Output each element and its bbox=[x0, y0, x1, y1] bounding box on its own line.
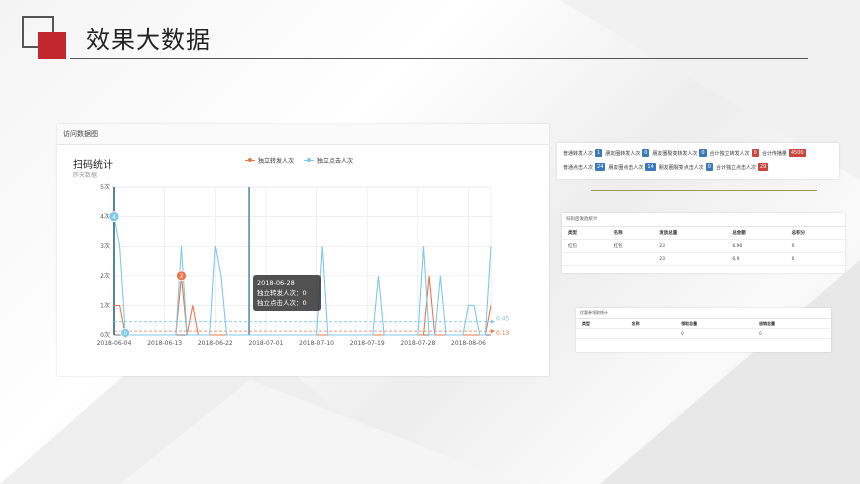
scan-line-chart[interactable]: 0次 1次 2次 3次 4次 5次 2018-06-04 2018-06-13 2018-06-… bbox=[57, 124, 549, 376]
table-row: 23 6.9 0 bbox=[562, 252, 845, 266]
x-tick-label: 2018-07-01 bbox=[248, 340, 283, 347]
coupon-table: 类型 名称 领取总量 核销总量 00 bbox=[576, 319, 831, 339]
min-point-label: 0 bbox=[124, 331, 128, 337]
max-point-label: 4 bbox=[112, 214, 116, 221]
stat-badge: 0 bbox=[751, 149, 759, 157]
distribution-stats-header: 扫码后发放统计 bbox=[562, 213, 845, 227]
table-cell: 0 bbox=[753, 328, 831, 339]
distribution-stats-panel: 扫码后发放统计 类型 名称 发放总量 总金额 总积分 红包 红包 23 6.90 0 23 6.9 0 bbox=[562, 213, 845, 273]
table-cell: 0 bbox=[785, 239, 845, 253]
stat-badge: 29 bbox=[758, 163, 769, 171]
average-label: 0.13 bbox=[496, 330, 510, 337]
table-cell: 23 bbox=[653, 239, 727, 253]
stat-label: 合计传播量 bbox=[761, 150, 787, 157]
y-tick-label: 4次 bbox=[100, 213, 110, 221]
column-header: 类型 bbox=[576, 319, 626, 329]
stat-label: 朋友圈转发人次 bbox=[605, 150, 641, 157]
stat-badge: 0 bbox=[699, 149, 707, 157]
column-header: 总积分 bbox=[785, 227, 845, 240]
chart-tooltip: 2018-06-28 独立转发人次：0 独立点击人次：0 bbox=[253, 275, 321, 311]
y-tick-label: 0次 bbox=[100, 331, 110, 339]
x-tick-label: 2018-07-28 bbox=[400, 340, 435, 347]
table-cell bbox=[576, 328, 626, 339]
max-point-label: 2 bbox=[180, 273, 184, 280]
table-cell bbox=[625, 328, 676, 339]
table-cell: 红包 bbox=[562, 239, 608, 253]
table-cell: 6.9 bbox=[726, 252, 786, 266]
y-tick-label: 2次 bbox=[100, 272, 110, 280]
stat-badge: 4500 bbox=[788, 149, 806, 157]
table-cell: 23 bbox=[653, 252, 727, 266]
logo-squares bbox=[22, 16, 66, 59]
table-cell: 6.90 bbox=[726, 239, 786, 253]
stat-label: 普通点击人次 bbox=[563, 164, 594, 171]
stats-row-click: 普通点击人次 24 朋友圈点击人次 14 朋友圈裂变点击人次 0 合计独立点击人次 29 bbox=[563, 163, 771, 171]
stat-label: 朋友圈点击人次 bbox=[608, 164, 644, 171]
coupon-stats-panel: 优惠券领取统计 类型 名称 领取总量 核销总量 00 bbox=[576, 308, 831, 352]
x-tick-label: 2018-06-04 bbox=[97, 340, 132, 347]
x-tick-label: 2018-06-22 bbox=[198, 340, 233, 347]
table-cell: 0 bbox=[675, 328, 754, 339]
page-title: 效果大数据 bbox=[86, 26, 211, 54]
column-header: 发放总量 bbox=[653, 227, 727, 240]
stat-badge: 14 bbox=[645, 163, 656, 171]
x-tick-label: 2018-06-13 bbox=[147, 340, 182, 347]
table-cell bbox=[562, 252, 608, 266]
x-tick-label: 2018-07-19 bbox=[350, 340, 385, 347]
y-tick-label: 1次 bbox=[100, 301, 110, 309]
average-arrow bbox=[491, 329, 495, 334]
column-header: 名称 bbox=[625, 319, 676, 329]
table-cell bbox=[607, 252, 654, 266]
stat-badge: 0 bbox=[642, 149, 650, 157]
column-header: 名称 bbox=[607, 227, 654, 240]
average-label: 0.45 bbox=[496, 316, 510, 323]
table-cell: 红包 bbox=[607, 239, 654, 253]
title-underline bbox=[70, 58, 808, 59]
column-header: 总金额 bbox=[726, 227, 786, 240]
section-divider bbox=[591, 190, 817, 191]
coupon-stats-header: 优惠券领取统计 bbox=[576, 308, 831, 319]
tooltip-forward: 独立转发人次：0 bbox=[257, 289, 307, 297]
x-tick-label: 2018-07-10 bbox=[299, 340, 334, 347]
table-row: 00 bbox=[576, 328, 831, 339]
stat-badge: 0 bbox=[705, 163, 713, 171]
stat-label: 合计独立点击人次 bbox=[715, 164, 756, 171]
y-tick-label: 3次 bbox=[100, 242, 110, 250]
y-tick-label: 5次 bbox=[100, 183, 110, 191]
tooltip-date: 2018-06-28 bbox=[257, 279, 295, 287]
stats-row-forward: 普通转发人次 1 朋友圈转发人次 0 朋友圈裂变转发人次 0 合计独立转发人次 0 合计传播量 4… bbox=[563, 149, 809, 157]
average-arrow bbox=[491, 319, 495, 324]
stat-badge: 1 bbox=[595, 149, 603, 157]
column-header: 类型 bbox=[562, 227, 608, 240]
column-header: 核销总量 bbox=[753, 319, 831, 329]
stat-badge: 24 bbox=[595, 163, 606, 171]
tooltip-click: 独立点击人次：0 bbox=[257, 299, 307, 307]
x-tick-label: 2018-08-06 bbox=[451, 340, 486, 347]
stat-label: 朋友圈裂变点击人次 bbox=[658, 164, 704, 171]
stat-label: 普通转发人次 bbox=[563, 150, 594, 157]
summary-stats-panel: 普通转发人次 1 朋友圈转发人次 0 朋友圈裂变转发人次 0 合计独立转发人次 0 合计传播量 4… bbox=[557, 143, 839, 179]
distribution-table: 类型 名称 发放总量 总金额 总积分 红包 红包 23 6.90 0 23 6.9 0 bbox=[562, 227, 845, 266]
plot-area-border bbox=[113, 186, 492, 336]
stat-label: 朋友圈裂变转发人次 bbox=[652, 150, 698, 157]
table-row: 红包 红包 23 6.90 0 bbox=[562, 239, 845, 253]
visit-data-panel: 访问数据图 扫码统计 昨天数据 独立转发人次 独立点击人次 0次 1次 2次 3次 4次… bbox=[57, 124, 549, 376]
stat-label: 合计独立转发人次 bbox=[709, 150, 750, 157]
table-cell: 0 bbox=[785, 252, 845, 266]
column-header: 领取总量 bbox=[675, 319, 754, 329]
